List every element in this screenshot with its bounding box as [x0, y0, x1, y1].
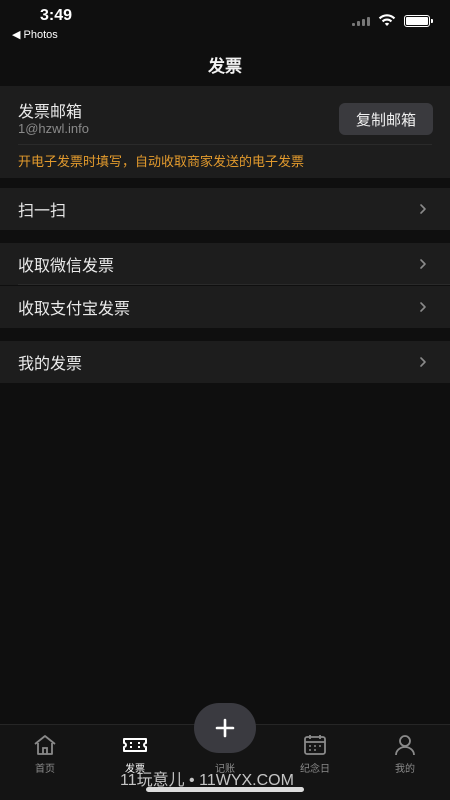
page-title: 发票 [208, 57, 242, 77]
add-record-button[interactable] [194, 703, 256, 753]
tab-home[interactable]: 首页 [0, 733, 90, 783]
status-bar: 3:49 ◀ Photos [0, 0, 450, 44]
plus-icon [215, 718, 235, 738]
cellular-signal-icon [352, 16, 370, 26]
ticket-icon [123, 738, 147, 752]
my-invoices-row[interactable]: 我的发票 [0, 341, 450, 383]
home-icon [34, 735, 56, 755]
chevron-right-icon [420, 204, 426, 214]
alipay-invoice-row[interactable]: 收取支付宝发票 [0, 286, 450, 328]
back-to-photos-link[interactable]: ◀ Photos [12, 28, 58, 41]
scan-row[interactable]: 扫一扫 [0, 188, 450, 230]
wechat-invoice-row[interactable]: 收取微信发票 [0, 243, 450, 285]
wechat-invoice-label: 收取微信发票 [18, 256, 115, 275]
copy-email-button[interactable]: 复制邮箱 [339, 103, 433, 135]
status-indicators [352, 14, 433, 27]
home-indicator [146, 787, 304, 792]
my-invoices-label: 我的发票 [18, 354, 83, 373]
divider [18, 284, 450, 285]
user-icon [395, 735, 415, 756]
chevron-right-icon [420, 259, 426, 269]
invoice-email-label: 发票邮箱 [18, 102, 83, 121]
tab-mine-label: 我的 [395, 764, 415, 775]
tab-home-label: 首页 [35, 764, 55, 775]
alipay-invoice-label: 收取支付宝发票 [18, 299, 131, 318]
status-time: 3:49 [40, 7, 73, 24]
invoice-email-value: 1@hzwl.info [18, 121, 90, 136]
tab-mine[interactable]: 我的 [360, 733, 450, 783]
tab-anniversary-label: 纪念日 [300, 764, 330, 775]
wifi-icon [378, 14, 396, 26]
divider [18, 144, 432, 145]
invoice-email-hint: 开电子发票时填写，自动收取商家发送的电子发票 [18, 155, 305, 170]
chevron-right-icon [420, 302, 426, 312]
battery-icon [404, 14, 433, 27]
chevron-right-icon [420, 357, 426, 367]
calendar-icon [304, 735, 326, 755]
scan-label: 扫一扫 [18, 201, 67, 220]
